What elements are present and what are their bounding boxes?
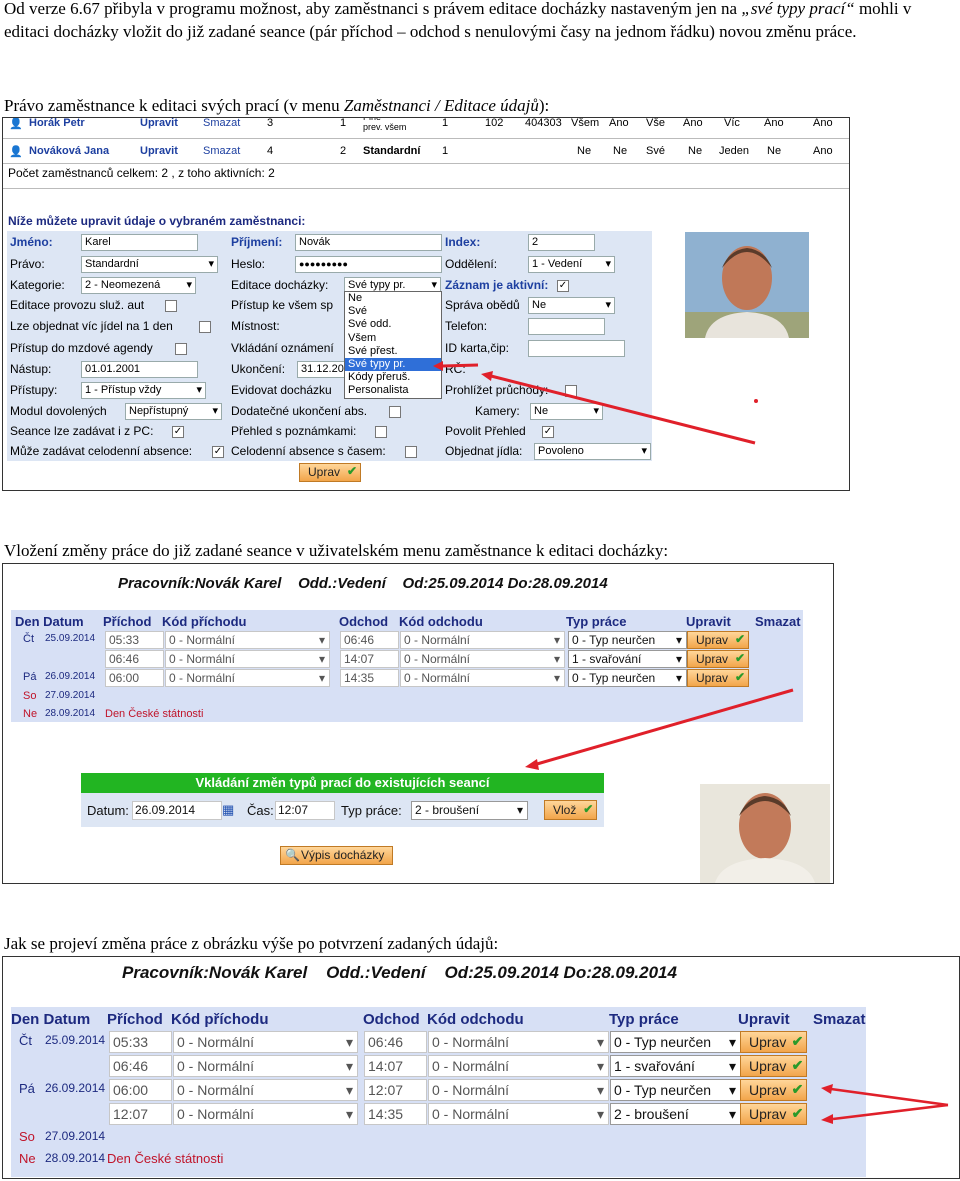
work-type-select[interactable]: 2 - broušení <box>411 801 528 820</box>
attendance-edit-screenshot: Pracovník:Novák Karel Odd.:Vedení Od:25.… <box>2 563 834 884</box>
arrow <box>830 1087 949 1107</box>
arrow-head <box>821 1084 833 1094</box>
insert-button-label: Vlož <box>553 803 577 817</box>
arrow-head <box>525 759 539 770</box>
rights-text-end: ): <box>538 96 550 115</box>
menu-path: Zaměstnanci / Editace údajů <box>343 96 539 115</box>
dot <box>754 399 758 403</box>
intro-text: Od verze 6.67 přibyla v programu možnost… <box>4 0 742 18</box>
insert-button[interactable]: Vlož ✔ <box>544 800 598 820</box>
annotation-arrows <box>821 1084 949 1124</box>
arrow-head <box>481 371 493 381</box>
intro-paragraph: Od verze 6.67 přibyla v programu možnost… <box>4 0 959 43</box>
label: Čas: <box>247 803 274 818</box>
arrow <box>442 363 479 368</box>
result-paragraph: Jak se projeví změna práce z obrázku výš… <box>4 934 499 953</box>
employee-edit-screenshot: 👤 Horák Petr Upravit Smazat 3 1 Plné pre… <box>2 117 850 491</box>
time-input[interactable]: 12:07 <box>275 801 335 820</box>
label: Datum: <box>87 803 129 818</box>
date-input[interactable]: 26.09.2014 <box>132 801 222 820</box>
arrow <box>832 1103 949 1121</box>
attendance-result-screenshot: Pracovník:Novák Karel Odd.:Vedení Od:25.… <box>2 956 960 1179</box>
arrow <box>490 374 756 445</box>
annotation-arrows <box>433 361 758 445</box>
label: Typ práce: <box>341 803 402 818</box>
rights-text: Právo zaměstnance k editaci svých prací … <box>4 96 344 115</box>
arrow-head <box>821 1114 833 1124</box>
print-attendance-label: Výpis docházky <box>301 848 385 862</box>
check-icon: ✔ <box>583 802 594 816</box>
arrow <box>536 688 794 766</box>
print-attendance-button[interactable]: 🔍 Výpis docházky <box>280 846 394 865</box>
magnifier-icon: 🔍 <box>285 848 300 862</box>
calendar-icon[interactable]: ▦ <box>222 802 234 818</box>
insert-panel-title: Vkládání změn typů prací do existujících… <box>81 773 604 793</box>
intro-italic: „své typy prací“ <box>741 0 855 18</box>
insert-paragraph: Vložení změny práce do již zadané seance… <box>4 541 669 560</box>
rights-paragraph: Právo zaměstnance k editaci svých prací … <box>4 94 549 117</box>
arrow-head <box>433 361 443 371</box>
employee-photo <box>700 784 830 883</box>
